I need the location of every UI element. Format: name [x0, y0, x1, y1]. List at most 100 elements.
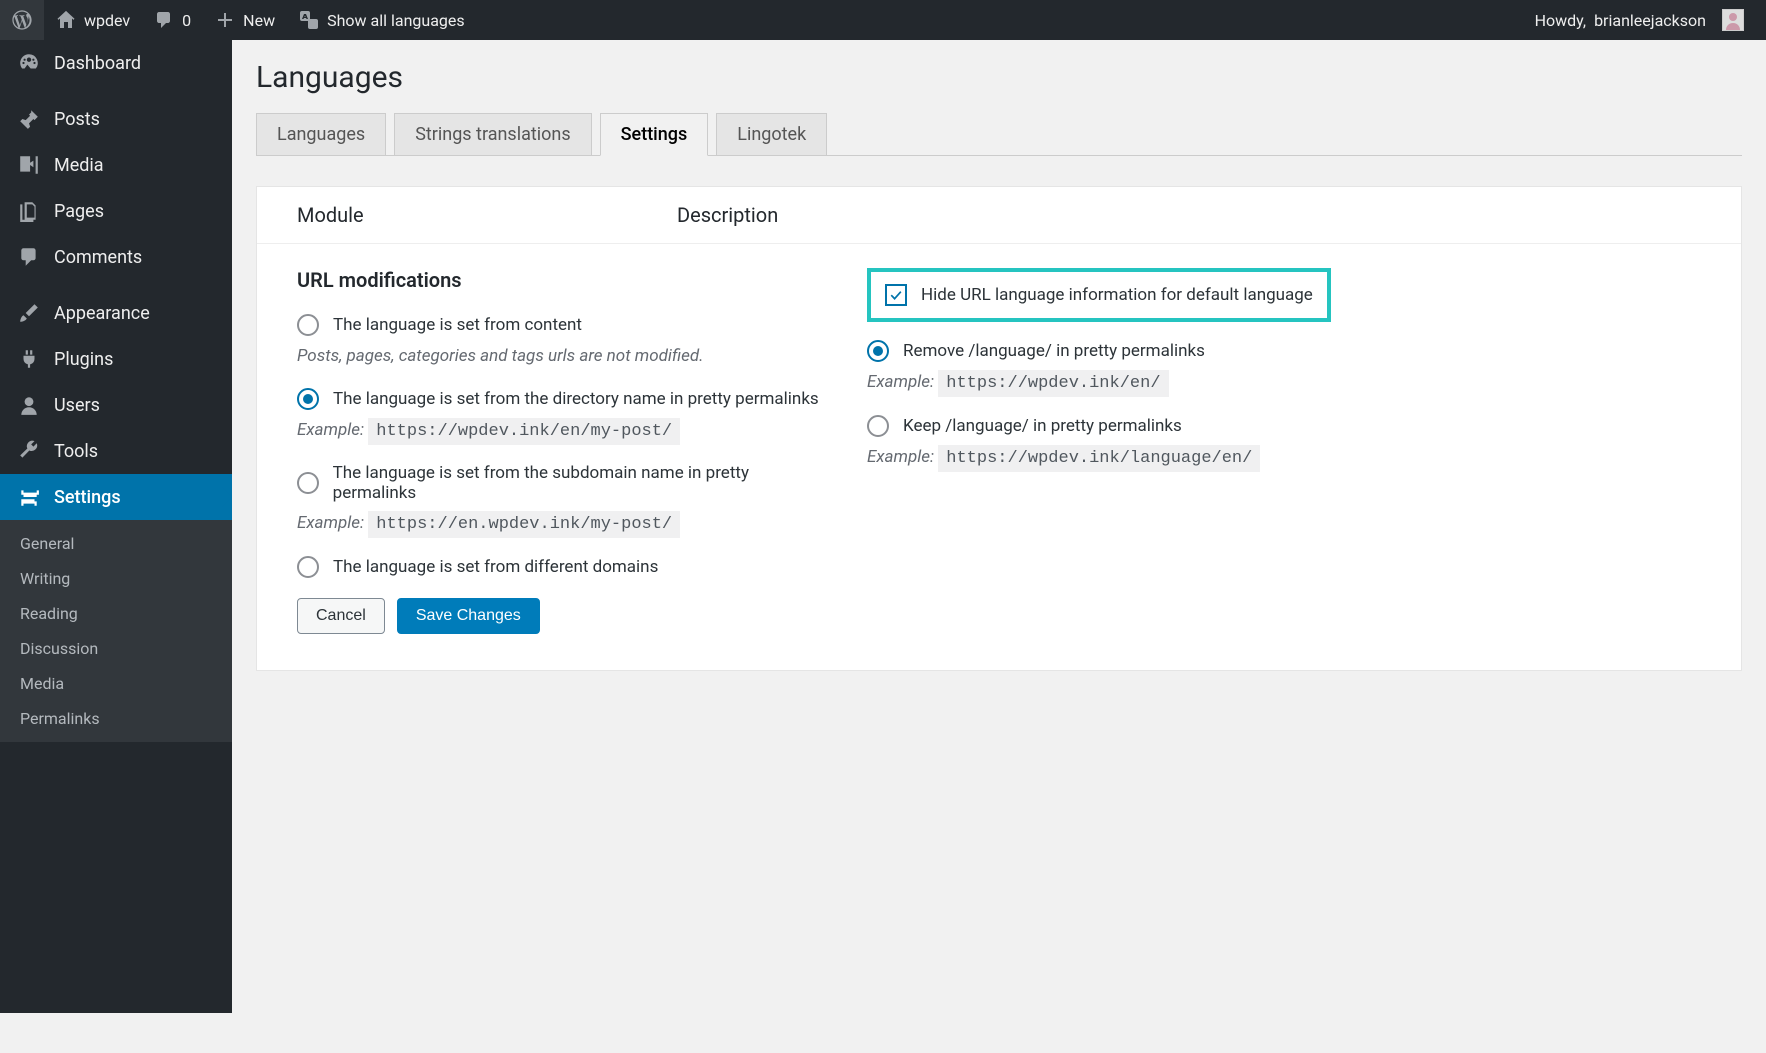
admin-toolbar: wpdev 0 New Show all languages Howdy, br… — [0, 0, 1766, 40]
username: brianleejackson — [1594, 11, 1706, 30]
radio-input[interactable] — [867, 415, 889, 437]
radio-label: Remove /language/ in pretty permalinks — [903, 341, 1205, 361]
remove-example: Example: https://wpdev.ink/en/ — [867, 372, 1701, 393]
sliders-icon — [18, 486, 40, 508]
tab-lingotek[interactable]: Lingotek — [716, 113, 827, 155]
comment-icon — [18, 246, 40, 268]
tab-settings[interactable]: Settings — [600, 113, 709, 156]
new-content-link[interactable]: New — [203, 0, 287, 40]
sidebar-item-plugins[interactable]: Plugins — [0, 336, 232, 382]
radio-label: The language is set from different domai… — [333, 557, 658, 577]
keep-example: Example: https://wpdev.ink/language/en/ — [867, 447, 1701, 468]
page-title: Languages — [256, 60, 1742, 95]
sidebar-item-label: Appearance — [54, 303, 150, 324]
example-code: https://en.wpdev.ink/my-post/ — [368, 511, 680, 538]
sidebar-item-label: Media — [54, 155, 104, 176]
howdy-prefix: Howdy, — [1535, 11, 1586, 30]
radio-remove-language[interactable]: Remove /language/ in pretty permalinks — [867, 340, 1701, 362]
sidebar-item-label: Settings — [54, 487, 121, 508]
save-changes-button[interactable]: Save Changes — [397, 598, 540, 634]
radio-keep-language[interactable]: Keep /language/ in pretty permalinks — [867, 415, 1701, 437]
sidebar-item-media[interactable]: Media — [0, 142, 232, 188]
submenu-writing[interactable]: Writing — [0, 561, 232, 596]
action-row: Cancel Save Changes — [297, 598, 827, 634]
sidebar-item-appearance[interactable]: Appearance — [0, 290, 232, 336]
radio-input[interactable] — [867, 340, 889, 362]
radio1-help: Posts, pages, categories and tags urls a… — [297, 346, 827, 366]
cancel-button[interactable]: Cancel — [297, 598, 385, 634]
radio2-example: Example: https://wpdev.ink/en/my-post/ — [297, 420, 827, 441]
site-home-link[interactable]: wpdev — [44, 0, 142, 40]
sidebar-item-pages[interactable]: Pages — [0, 188, 232, 234]
media-icon — [18, 154, 40, 176]
new-label: New — [243, 11, 275, 30]
example-code: https://wpdev.ink/language/en/ — [938, 445, 1260, 472]
account-menu[interactable]: Howdy, brianleejackson — [1523, 0, 1756, 40]
sidebar-item-label: Tools — [54, 441, 98, 462]
tab-bar: Languages Strings translations Settings … — [256, 113, 1742, 156]
brush-icon — [18, 302, 40, 324]
settings-submenu: General Writing Reading Discussion Media… — [0, 520, 232, 742]
example-label: Example: — [297, 513, 364, 533]
tab-strings-translations[interactable]: Strings translations — [394, 113, 591, 155]
wordpress-icon — [12, 10, 32, 30]
example-code: https://wpdev.ink/en/my-post/ — [368, 418, 680, 445]
radio-input[interactable] — [297, 388, 319, 410]
wp-logo-menu[interactable] — [0, 0, 44, 40]
radio-set-from-directory[interactable]: The language is set from the directory n… — [297, 388, 827, 410]
example-label: Example: — [297, 420, 364, 440]
radio-input[interactable] — [297, 472, 319, 494]
sidebar-item-label: Users — [54, 395, 100, 416]
radio-input[interactable] — [297, 314, 319, 336]
checkbox-hide-url-lang[interactable]: Hide URL language information for defaul… — [885, 284, 1313, 306]
radio-label: The language is set from the directory n… — [333, 389, 819, 409]
comments-count: 0 — [182, 11, 191, 30]
settings-table-header: Module Description — [257, 187, 1741, 244]
languages-label: Show all languages — [327, 11, 465, 30]
column-description: Description — [677, 203, 778, 227]
pin-icon — [18, 108, 40, 130]
radio-label: Keep /language/ in pretty permalinks — [903, 416, 1182, 436]
sidebar-item-posts[interactable]: Posts — [0, 96, 232, 142]
sidebar-item-comments[interactable]: Comments — [0, 234, 232, 280]
submenu-permalinks[interactable]: Permalinks — [0, 701, 232, 736]
sidebar-item-label: Comments — [54, 247, 142, 268]
submenu-media[interactable]: Media — [0, 666, 232, 701]
tab-languages[interactable]: Languages — [256, 113, 386, 155]
main-content: Languages Languages Strings translations… — [232, 40, 1766, 691]
hide-url-highlight: Hide URL language information for defaul… — [867, 268, 1331, 322]
user-icon — [18, 394, 40, 416]
comments-link[interactable]: 0 — [142, 0, 203, 40]
submenu-reading[interactable]: Reading — [0, 596, 232, 631]
checkbox-input[interactable] — [885, 284, 907, 306]
comment-icon — [154, 10, 174, 30]
settings-panel: Module Description URL modifications The… — [256, 186, 1742, 671]
column-module: Module — [297, 203, 677, 227]
sidebar-item-label: Plugins — [54, 349, 113, 370]
sidebar-item-label: Posts — [54, 109, 100, 130]
example-label: Example: — [867, 447, 934, 467]
module-title: URL modifications — [297, 268, 827, 292]
sidebar-item-tools[interactable]: Tools — [0, 428, 232, 474]
translate-icon — [299, 10, 319, 30]
checkbox-label: Hide URL language information for defaul… — [921, 285, 1313, 305]
sidebar-item-settings[interactable]: Settings — [0, 474, 232, 520]
sidebar-item-users[interactable]: Users — [0, 382, 232, 428]
languages-toggle[interactable]: Show all languages — [287, 0, 477, 40]
wrench-icon — [18, 440, 40, 462]
radio-set-from-domains[interactable]: The language is set from different domai… — [297, 556, 827, 578]
radio-label: The language is set from content — [333, 315, 582, 335]
dashboard-icon — [18, 52, 40, 74]
pages-icon — [18, 200, 40, 222]
sidebar-item-label: Pages — [54, 201, 104, 222]
radio-set-from-content[interactable]: The language is set from content — [297, 314, 827, 336]
radio-set-from-subdomain[interactable]: The language is set from the subdomain n… — [297, 463, 827, 503]
sidebar-item-dashboard[interactable]: Dashboard — [0, 40, 232, 86]
submenu-general[interactable]: General — [0, 526, 232, 561]
home-icon — [56, 10, 76, 30]
radio-input[interactable] — [297, 556, 319, 578]
submenu-discussion[interactable]: Discussion — [0, 631, 232, 666]
sidebar-item-label: Dashboard — [54, 53, 141, 74]
avatar — [1722, 9, 1744, 31]
example-label: Example: — [867, 372, 934, 392]
